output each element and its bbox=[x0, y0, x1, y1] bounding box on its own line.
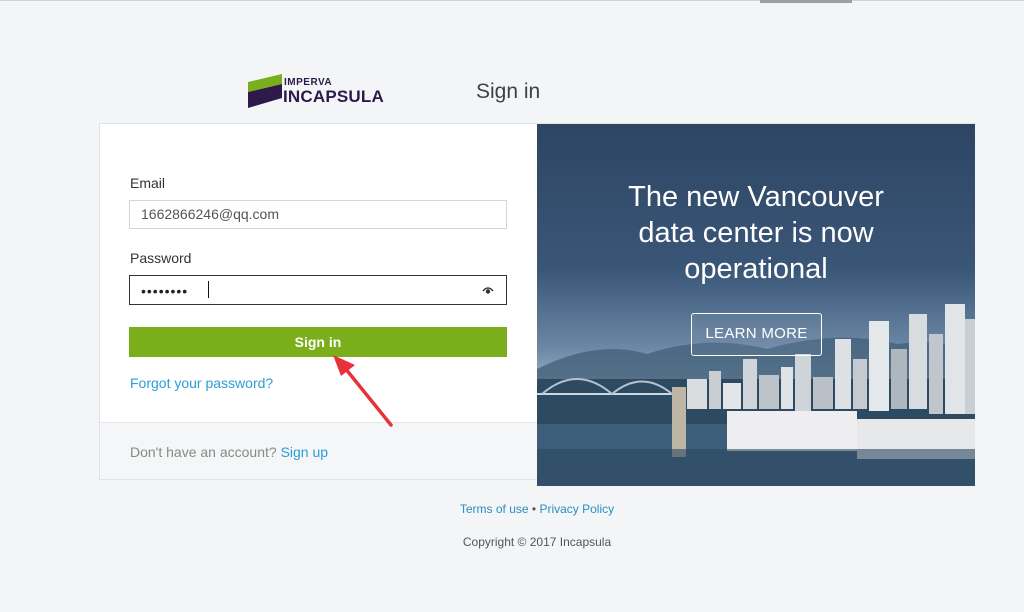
terms-link[interactable]: Terms of use bbox=[460, 502, 529, 516]
imperva-logo-icon bbox=[248, 74, 282, 108]
promo-headline-line2: data center is now bbox=[638, 217, 874, 249]
copyright-text: Copyright © 2017 Incapsula bbox=[462, 535, 612, 549]
promo-headline-line1: The new Vancouver bbox=[628, 181, 884, 213]
privacy-link[interactable]: Privacy Policy bbox=[539, 502, 614, 516]
footer-separator: • bbox=[531, 502, 537, 516]
window-top-border bbox=[0, 0, 1024, 3]
page-title: Sign in bbox=[476, 80, 541, 103]
password-mask: •••••••• bbox=[141, 283, 189, 299]
email-label: Email bbox=[130, 175, 166, 191]
brand-logo[interactable]: IMPERVA INCAPSULA bbox=[248, 74, 393, 110]
password-field[interactable]: •••••••• bbox=[129, 275, 507, 305]
brand-main-text: INCAPSULA bbox=[283, 87, 384, 106]
signup-prompt: Don't have an account? bbox=[130, 444, 277, 460]
learn-more-button[interactable]: LEARN MORE bbox=[691, 313, 822, 356]
promo-banner: The new Vancouver data center is now ope… bbox=[537, 124, 975, 486]
forgot-password-link[interactable]: Forgot your password? bbox=[130, 375, 273, 391]
arrow-annotation-icon bbox=[333, 355, 393, 427]
signup-row: Don't have an account? Sign up bbox=[130, 444, 328, 460]
signin-button[interactable]: Sign in bbox=[129, 327, 507, 357]
signin-form: Email 1662866246@qq.com Password •••••••… bbox=[100, 124, 537, 479]
signin-card: Email 1662866246@qq.com Password •••••••… bbox=[99, 123, 975, 486]
signup-link[interactable]: Sign up bbox=[281, 444, 328, 460]
footer-links: Terms of use • Privacy Policy bbox=[0, 502, 1024, 516]
password-label: Password bbox=[130, 250, 192, 266]
eye-icon[interactable] bbox=[482, 285, 494, 295]
window-top-tab bbox=[760, 0, 852, 3]
promo-headline-line3: operational bbox=[684, 253, 828, 285]
text-caret bbox=[208, 281, 209, 298]
promo-headline: The new Vancouver data center is now ope… bbox=[537, 179, 975, 287]
signup-bar: Don't have an account? Sign up bbox=[100, 422, 537, 479]
email-field[interactable]: 1662866246@qq.com bbox=[129, 200, 507, 229]
